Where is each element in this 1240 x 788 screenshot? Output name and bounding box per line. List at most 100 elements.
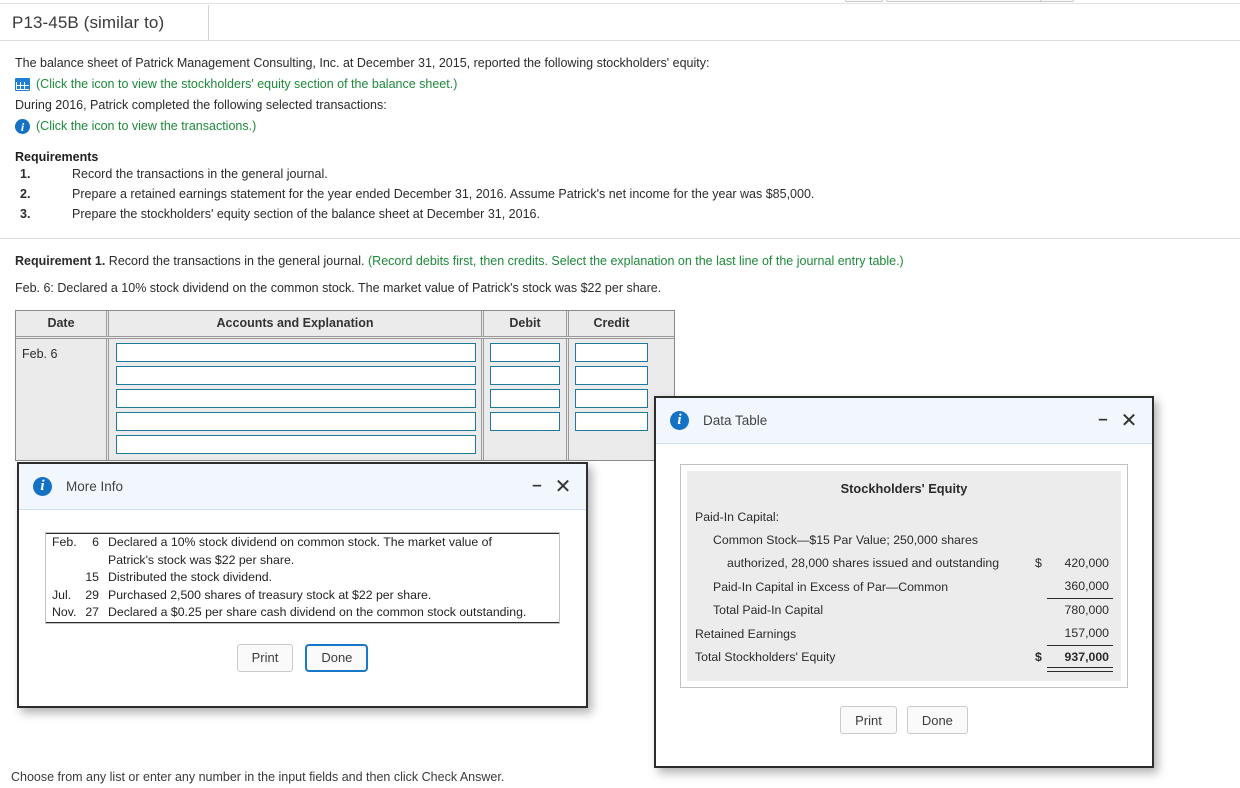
requirement-1-instruction: Record the transactions in the general j…: [108, 254, 365, 268]
table-row: Jul. 29 Purchased 2,500 shares of treasu…: [46, 587, 559, 605]
row-label: Paid-In Capital:: [695, 510, 780, 524]
stockholders-equity-box: Stockholders' Equity Paid-In Capital: Co…: [680, 464, 1128, 688]
account-input-3[interactable]: [116, 389, 476, 408]
requirement-item: 2. Prepare a retained earnings statement…: [15, 184, 1225, 204]
table-row: Feb. 6 Declared a 10% stock dividend on …: [46, 533, 559, 552]
footer-note: Choose from any list or enter any number…: [11, 770, 505, 784]
transaction-text: Purchased 2,500 shares of treasury stock…: [108, 587, 432, 602]
requirement-text: Record the transactions in the general j…: [72, 167, 328, 181]
section-divider: [0, 238, 1240, 239]
debit-input-3[interactable]: [490, 389, 560, 408]
balance-sheet-link-label[interactable]: (Click the icon to view the stockholders…: [36, 75, 457, 94]
done-button[interactable]: Done: [305, 643, 369, 672]
credit-input-2[interactable]: [575, 366, 648, 385]
debit-input-2[interactable]: [490, 366, 560, 385]
transaction-day: 15: [85, 570, 99, 584]
done-button[interactable]: Done: [906, 706, 968, 734]
close-icon[interactable]: ✕: [1116, 408, 1142, 434]
data-table-dialog-title: Data Table: [703, 413, 768, 428]
stockholders-equity-title: Stockholders' Equity: [840, 481, 968, 496]
transactions-box: Feb. 6 Declared a 10% stock dividend on …: [45, 532, 560, 624]
journal-credit-column: [569, 339, 654, 460]
transaction-day: 27: [85, 605, 99, 619]
info-circle-icon[interactable]: i: [15, 119, 30, 134]
transaction-text: Patrick's stock was $22 per share.: [108, 552, 295, 567]
journal-col-accounts: Accounts and Explanation: [109, 311, 484, 336]
account-input-2[interactable]: [116, 366, 476, 385]
requirement-item: 3. Prepare the stockholders' equity sect…: [15, 204, 1225, 224]
journal-col-credit: Credit: [593, 316, 630, 330]
table-row: Retained Earnings 157,000: [695, 622, 1113, 646]
stockholders-equity-table: Paid-In Capital: Common Stock—$15 Par Va…: [695, 506, 1113, 671]
transaction-month: [46, 569, 82, 587]
journal-date-value: Feb. 6: [22, 347, 58, 361]
requirement-1-section: Requirement 1. Record the transactions i…: [15, 254, 1215, 295]
table-row: Total Stockholders' Equity $ 937,000: [695, 646, 1113, 671]
transaction-month: Nov.: [52, 605, 77, 619]
info-circle-icon: i: [33, 477, 52, 496]
journal-column-padding: [109, 454, 481, 460]
account-input-1[interactable]: [116, 343, 476, 362]
account-input-4[interactable]: [116, 412, 476, 431]
row-amount: 360,000: [1047, 575, 1113, 599]
row-currency: [1029, 622, 1047, 646]
credit-input-3[interactable]: [575, 389, 648, 408]
balance-sheet-link-row[interactable]: (Click the icon to view the stockholders…: [15, 75, 1225, 94]
table-row: Paid-In Capital in Excess of Par—Common …: [695, 575, 1113, 599]
print-button[interactable]: Print: [236, 643, 294, 672]
close-icon[interactable]: ✕: [550, 474, 576, 500]
more-info-dialog-header: i More Info – ✕: [19, 464, 586, 510]
requirements-heading: Requirements: [15, 150, 99, 164]
page-title-tab[interactable]: P13-45B (similar to): [0, 5, 209, 40]
transaction-text: Declared a 10% stock dividend on common …: [108, 535, 492, 549]
requirement-item: 1. Record the transactions in the genera…: [15, 164, 1225, 184]
row-label: Total Stockholders' Equity: [695, 650, 836, 664]
transaction-month: Feb.: [52, 535, 77, 549]
credit-input-4[interactable]: [575, 412, 648, 431]
requirement-text: Prepare a retained earnings statement fo…: [72, 187, 815, 201]
row-label: Total Paid-In Capital: [713, 603, 824, 617]
journal-accounts-column: [109, 339, 484, 460]
transaction-month: [46, 552, 82, 570]
data-table-dialog-body: Stockholders' Equity Paid-In Capital: Co…: [656, 444, 1152, 734]
debit-input-4[interactable]: [490, 412, 560, 431]
row-currency: [1029, 506, 1047, 529]
more-info-dialog: i More Info – ✕ Feb. 6 Declared a 10% st…: [17, 462, 588, 708]
credit-input-1[interactable]: [575, 343, 648, 362]
row-label: Retained Earnings: [695, 626, 797, 641]
transaction-day: [82, 552, 108, 570]
page-title: P13-45B (similar to): [12, 12, 165, 32]
row-label: Paid-In Capital in Excess of Par—Common: [713, 579, 949, 594]
account-input-5[interactable]: [116, 435, 476, 454]
debit-input-1[interactable]: [490, 343, 560, 362]
row-amount: 937,000: [1047, 646, 1113, 671]
journal-body: Feb. 6: [16, 339, 674, 460]
data-table-dialog-footer: Print Done: [680, 706, 1128, 734]
transaction-text: Declared a $0.25 per share cash dividend…: [108, 605, 527, 619]
journal-entry-table: Date Accounts and Explanation Debit Cred…: [15, 310, 675, 461]
more-info-dialog-title: More Info: [66, 479, 124, 494]
print-button[interactable]: Print: [840, 706, 897, 734]
journal-header-row: Date Accounts and Explanation Debit Cred…: [16, 311, 674, 336]
toolbar-divider: [0, 3, 1240, 4]
row-label: authorized, 28,000 shares issued and out…: [727, 556, 1000, 570]
transaction-text: Distributed the stock dividend.: [108, 570, 273, 584]
transactions-link-label[interactable]: (Click the icon to view the transactions…: [36, 117, 256, 136]
transactions-link-row[interactable]: i (Click the icon to view the transactio…: [15, 117, 1225, 136]
toolbar-remnant-right: [1040, 0, 1074, 2]
grid-table-icon[interactable]: [15, 78, 30, 91]
problem-intro: The balance sheet of Patrick Management …: [15, 56, 710, 70]
requirement-1-transaction: Feb. 6: Declared a 10% stock dividend on…: [15, 281, 662, 295]
journal-col-date: Date: [16, 311, 109, 336]
header-divider: [0, 40, 1240, 41]
table-row: Nov. 27 Declared a $0.25 per share cash …: [46, 604, 559, 622]
table-row: Paid-In Capital:: [695, 506, 1113, 529]
toolbar-remnant-middle: [886, 0, 1056, 2]
minimize-icon[interactable]: –: [1090, 408, 1116, 434]
minimize-icon[interactable]: –: [524, 474, 550, 500]
row-amount: 157,000: [1047, 622, 1113, 646]
more-info-dialog-body: Feb. 6 Declared a 10% stock dividend on …: [19, 510, 586, 672]
requirement-1-hint: (Record debits first, then credits. Sele…: [368, 254, 904, 268]
row-amount: 420,000: [1064, 556, 1109, 570]
requirement-text: Prepare the stockholders' equity section…: [72, 207, 540, 221]
